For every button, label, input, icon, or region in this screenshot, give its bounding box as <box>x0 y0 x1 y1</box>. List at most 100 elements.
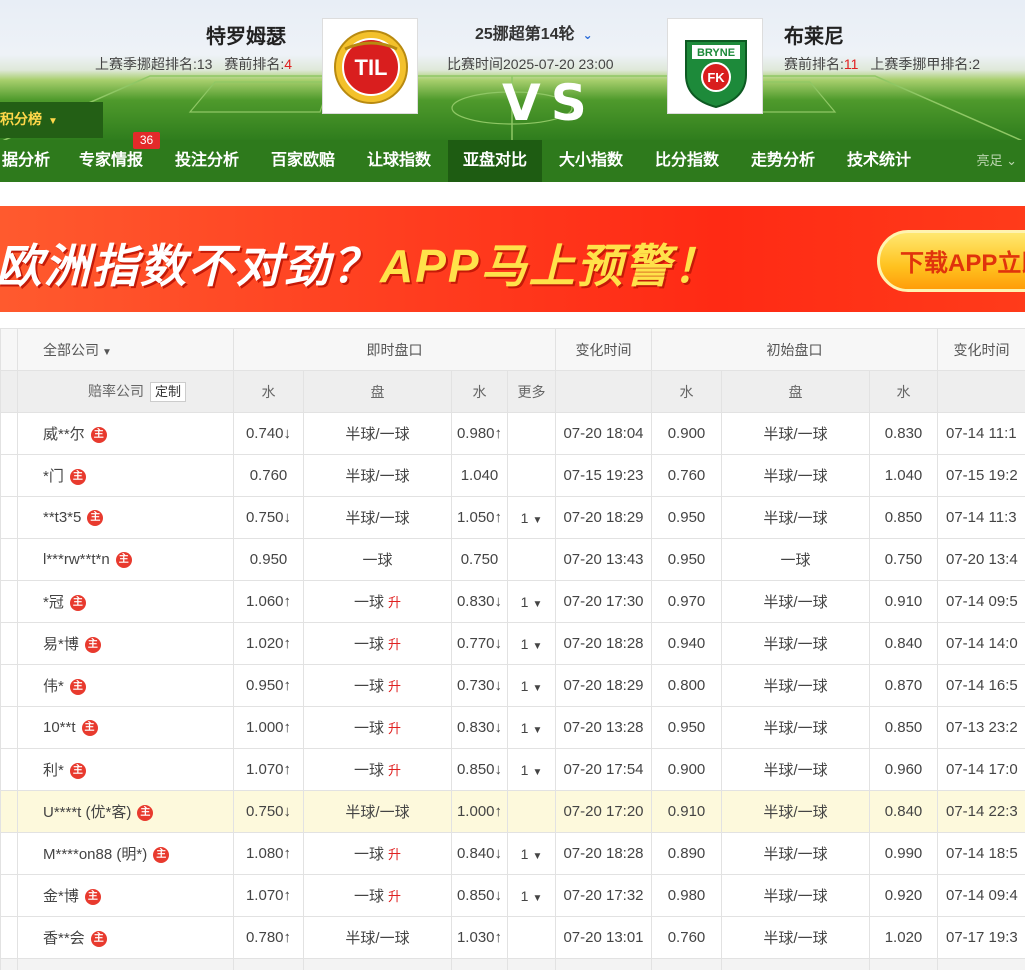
header-spacer <box>0 328 18 371</box>
company-cell[interactable]: 金*博主 <box>17 874 234 917</box>
nav-item-tech-stats[interactable]: 技术统计 <box>832 140 926 182</box>
company-name[interactable]: 金*博 <box>43 888 79 905</box>
company-cell[interactable]: 利* 主 <box>17 748 234 791</box>
row-spacer <box>233 958 304 970</box>
live-home-water[interactable]: 1.080↑ <box>233 832 304 875</box>
download-app-button[interactable]: 下载APP立即 <box>877 230 1025 292</box>
home-team-logo[interactable]: TIL <box>322 18 418 114</box>
live-away-water[interactable]: 0.840↓ <box>451 832 508 875</box>
live-away-water[interactable]: 1.000↑ <box>451 790 508 833</box>
away-team-logo[interactable]: BRYNE FK <box>667 18 763 114</box>
company-cell[interactable]: 伟* 主 <box>17 664 234 707</box>
live-home-water[interactable]: 0.750↓ <box>233 496 304 539</box>
live-home-water[interactable]: 1.020↑ <box>233 622 304 665</box>
caret-down-icon: ▼ <box>102 346 112 358</box>
down-arrow-icon: ↓ <box>494 845 503 862</box>
nav-item-handicap-index[interactable]: 让球指数 <box>352 140 446 182</box>
nav-item-betting-analysis[interactable]: 投注分析 <box>160 140 254 182</box>
company-name[interactable]: 威**尔 <box>43 426 85 443</box>
more-cell[interactable]: 1 ▼ <box>507 496 556 539</box>
company-name[interactable]: **t3*5 <box>43 509 81 526</box>
live-home-water[interactable]: 0.780↑ <box>233 916 304 959</box>
more-cell[interactable]: 1 ▼ <box>507 706 556 749</box>
away-last-season-rank: 上赛季挪甲排名:2 <box>870 56 981 72</box>
company-name[interactable]: l***rw**t*n <box>43 551 110 568</box>
down-arrow-icon: ↓ <box>283 509 292 526</box>
row-spacer <box>507 958 556 970</box>
nav-item-european-odds[interactable]: 百家欧赔 <box>256 140 350 182</box>
company-name[interactable]: 易*博 <box>43 636 79 653</box>
live-away-water[interactable]: 1.050↑ <box>451 496 508 539</box>
company-cell[interactable]: M****on88 (明*) 主 <box>17 832 234 875</box>
company-name[interactable]: 香**会 <box>43 930 85 947</box>
company-cell[interactable]: **t3*5 主 <box>17 496 234 539</box>
away-team-name[interactable]: 布莱尼 <box>784 20 844 49</box>
company-cell[interactable]: *门主 <box>17 454 234 497</box>
nav-more-dropdown[interactable]: 亮足 ⌄ <box>976 140 1017 182</box>
up-arrow-icon: ↑ <box>494 425 503 442</box>
live-away-water[interactable]: 1.040 <box>451 454 508 497</box>
live-home-water[interactable]: 0.950↑ <box>233 664 304 707</box>
live-home-water[interactable]: 0.760 <box>233 454 304 497</box>
live-home-water[interactable]: 0.750↓ <box>233 790 304 833</box>
company-name[interactable]: M****on88 (明*) <box>43 846 147 863</box>
company-cell[interactable]: *冠主 <box>17 580 234 623</box>
live-home-water[interactable]: 0.740↓ <box>233 412 304 455</box>
more-cell[interactable]: 1 ▼ <box>507 622 556 665</box>
live-home-water[interactable]: 1.000↑ <box>233 706 304 749</box>
app-promo-banner[interactable]: 欧洲指数不对劲？APP马上预警！ 下载APP立即 <box>0 206 1025 312</box>
company-cell[interactable]: 香**会主 <box>17 916 234 959</box>
live-away-water[interactable]: 0.830↓ <box>451 580 508 623</box>
live-home-water[interactable]: 1.060↑ <box>233 580 304 623</box>
customize-button[interactable]: 定制 <box>150 382 187 402</box>
nav-item-score-index[interactable]: 比分指数 <box>640 140 734 182</box>
live-away-water[interactable]: 0.850↓ <box>451 874 508 917</box>
live-away-water[interactable]: 1.030↑ <box>451 916 508 959</box>
home-team-name[interactable]: 特罗姆瑟 <box>206 20 286 49</box>
initial-away-water: 0.840 <box>869 622 938 665</box>
row-spacer <box>0 832 18 875</box>
company-name[interactable]: 伟* <box>43 678 64 695</box>
live-home-water[interactable]: 1.070↑ <box>233 748 304 791</box>
nav-item-data-analysis[interactable]: 据分析 <box>0 140 52 182</box>
nav-item-asian-compare[interactable]: 亚盘对比 <box>448 140 542 182</box>
live-away-water-header: 水 <box>451 370 508 413</box>
company-cell[interactable]: l***rw**t*n 主 <box>17 538 234 581</box>
caret-down-icon: ▼ <box>532 724 543 736</box>
live-away-water[interactable]: 0.850↓ <box>451 748 508 791</box>
live-away-water[interactable]: 0.830↓ <box>451 706 508 749</box>
standings-dropdown[interactable]: 前积分榜 ▼ <box>0 102 103 138</box>
live-home-water-value: 1.020 <box>245 635 284 652</box>
company-cell[interactable]: 10**t 主 <box>17 706 234 749</box>
more-cell[interactable]: 1 ▼ <box>507 748 556 791</box>
live-away-water[interactable]: 0.980↑ <box>451 412 508 455</box>
live-line: 一球升 <box>303 832 452 875</box>
initial-line: 半球/一球 <box>721 622 870 665</box>
more-cell[interactable]: 1 ▼ <box>507 832 556 875</box>
nav-item-over-under[interactable]: 大小指数 <box>544 140 638 182</box>
live-away-water-value: 1.030 <box>456 929 495 946</box>
company-cell[interactable]: U****t (优*客) 主 <box>17 790 234 833</box>
nav-item-trend-analysis[interactable]: 走势分析 <box>736 140 830 182</box>
initial-away-water: 0.850 <box>869 706 938 749</box>
live-home-water-value: 0.760 <box>249 467 288 484</box>
more-cell[interactable]: 1 ▼ <box>507 580 556 623</box>
live-away-water[interactable]: 0.750 <box>451 538 508 581</box>
more-cell[interactable]: 1 ▼ <box>507 664 556 707</box>
company-name[interactable]: 利* <box>43 762 64 779</box>
initial-home-water: 0.950 <box>651 706 722 749</box>
match-round-selector[interactable]: 25挪超第14轮 ⌄ <box>475 20 593 44</box>
company-cell[interactable]: 威**尔主 <box>17 412 234 455</box>
live-away-water[interactable]: 0.770↓ <box>451 622 508 665</box>
company-name[interactable]: *门 <box>43 468 64 485</box>
company-filter[interactable]: 全部公司 ▼ <box>17 328 234 371</box>
company-name[interactable]: U****t (优*客) <box>43 804 131 821</box>
company-cell[interactable]: 易*博主 <box>17 622 234 665</box>
company-name[interactable]: 10**t <box>43 719 76 736</box>
company-name[interactable]: *冠 <box>43 594 64 611</box>
live-home-water[interactable]: 1.070↑ <box>233 874 304 917</box>
live-odds-header: 即时盘口 <box>233 328 556 371</box>
live-away-water[interactable]: 0.730↓ <box>451 664 508 707</box>
live-home-water[interactable]: 0.950 <box>233 538 304 581</box>
more-cell[interactable]: 1 ▼ <box>507 874 556 917</box>
